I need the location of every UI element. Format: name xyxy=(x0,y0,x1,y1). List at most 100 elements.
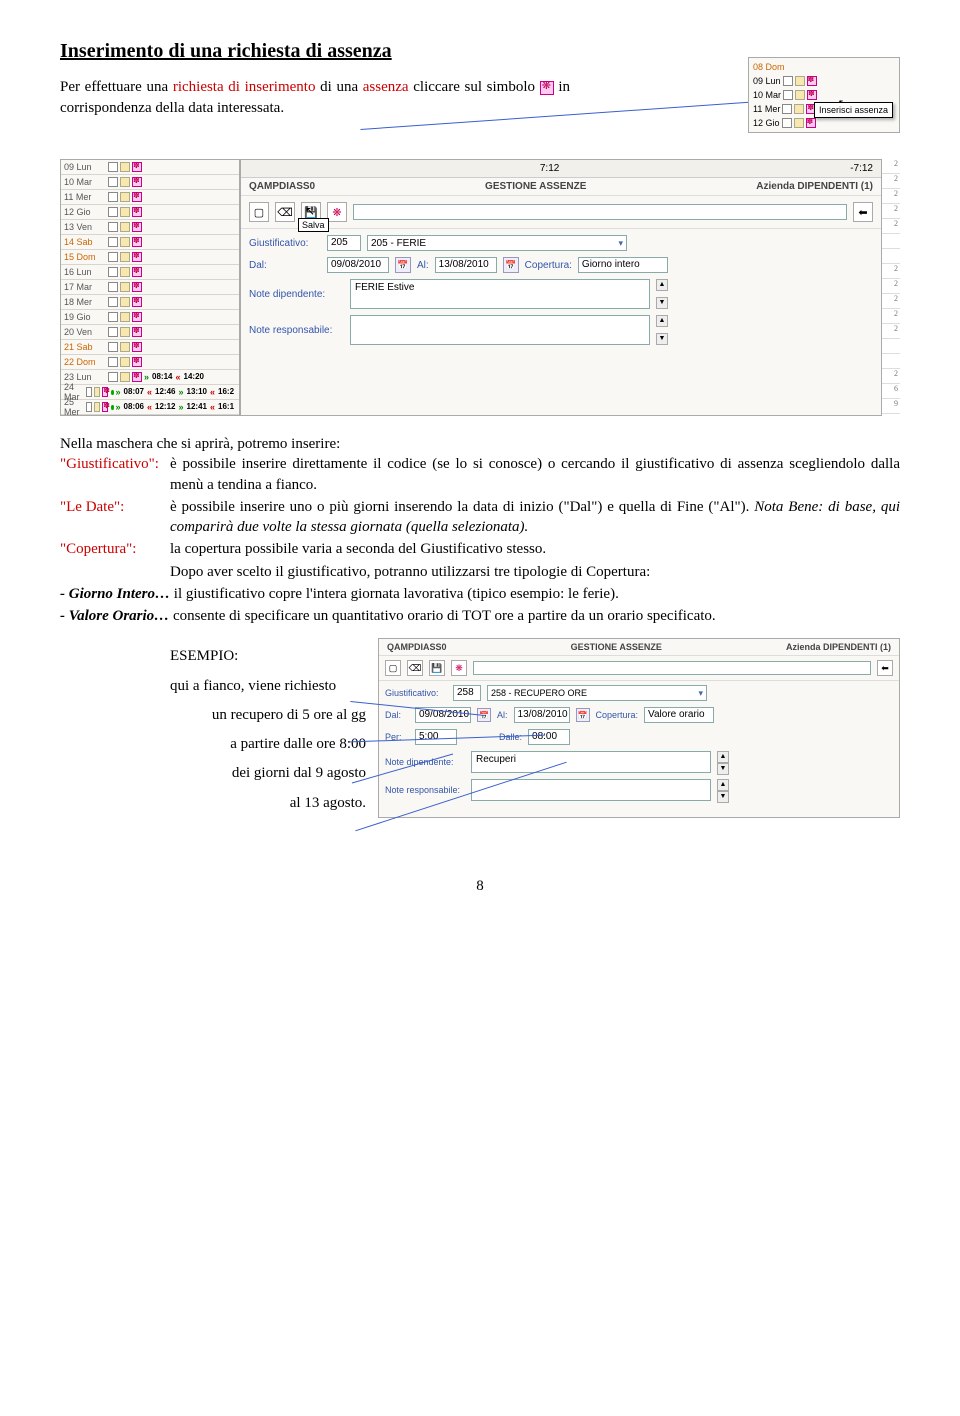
pink-icon[interactable] xyxy=(132,357,142,367)
pink-icon[interactable] xyxy=(132,327,142,337)
absence-insert-icon[interactable] xyxy=(806,118,816,128)
delete-button[interactable]: ⌫ xyxy=(275,202,295,222)
calendar-icon[interactable]: 📅 xyxy=(503,257,519,273)
color-button[interactable]: ❋ xyxy=(451,660,467,676)
calendar-icon[interactable]: 📅 xyxy=(395,257,411,273)
lines-icon[interactable] xyxy=(120,237,130,247)
scroll-up-button[interactable]: ▲ xyxy=(656,279,668,291)
pink-icon[interactable] xyxy=(102,387,108,397)
lines-icon[interactable] xyxy=(120,177,130,187)
pink-icon[interactable] xyxy=(132,237,142,247)
lines-icon[interactable] xyxy=(794,104,804,114)
pink-icon[interactable] xyxy=(132,297,142,307)
doc-icon[interactable] xyxy=(783,76,793,86)
lines-icon[interactable] xyxy=(94,402,100,412)
lines-icon[interactable] xyxy=(120,207,130,217)
lines-icon[interactable] xyxy=(120,312,130,322)
input-copertura[interactable]: Valore orario xyxy=(644,707,714,723)
absence-insert-icon[interactable] xyxy=(807,90,817,100)
doc-icon[interactable] xyxy=(108,222,118,232)
scroll-down-button[interactable]: ▼ xyxy=(717,763,729,775)
lines-icon[interactable] xyxy=(120,327,130,337)
day-row: 12 Gio xyxy=(61,205,239,220)
select-giustificativo[interactable]: 205 - FERIE▾ xyxy=(367,235,627,251)
pink-icon[interactable] xyxy=(132,342,142,352)
pink-icon[interactable] xyxy=(132,222,142,232)
pink-icon[interactable] xyxy=(132,312,142,322)
lines-icon[interactable] xyxy=(120,267,130,277)
pink-icon[interactable] xyxy=(132,372,142,382)
doc-icon[interactable] xyxy=(108,267,118,277)
save-button[interactable]: 💾 xyxy=(429,660,445,676)
lines-icon[interactable] xyxy=(120,372,130,382)
input-dalle[interactable]: 08:00 xyxy=(528,729,570,745)
doc-icon[interactable] xyxy=(108,342,118,352)
pink-icon[interactable] xyxy=(132,267,142,277)
select-giustificativo[interactable]: 258 - RECUPERO ORE▾ xyxy=(487,685,707,701)
lines-icon[interactable] xyxy=(120,297,130,307)
textarea-note-responsabile[interactable] xyxy=(350,315,650,345)
doc-icon[interactable] xyxy=(108,252,118,262)
new-button[interactable]: ▢ xyxy=(385,660,401,676)
lines-icon[interactable] xyxy=(120,162,130,172)
doc-icon[interactable] xyxy=(108,372,118,382)
doc-icon[interactable] xyxy=(108,237,118,247)
lines-icon[interactable] xyxy=(120,357,130,367)
color-button[interactable]: ❋ xyxy=(327,202,347,222)
doc-icon[interactable] xyxy=(108,282,118,292)
pink-icon[interactable] xyxy=(132,282,142,292)
scroll-up-button[interactable]: ▲ xyxy=(717,779,729,791)
lines-icon[interactable] xyxy=(794,118,804,128)
lines-icon[interactable] xyxy=(795,76,805,86)
pink-icon[interactable] xyxy=(132,252,142,262)
pink-icon[interactable] xyxy=(132,192,142,202)
scroll-up-button[interactable]: ▲ xyxy=(717,751,729,763)
scroll-down-button[interactable]: ▼ xyxy=(656,333,668,345)
toolbar-spacer-input[interactable] xyxy=(353,204,847,220)
doc-icon[interactable] xyxy=(108,357,118,367)
input-giust-code[interactable]: 258 xyxy=(453,685,481,701)
back-button[interactable]: ⬅ xyxy=(877,660,893,676)
textarea-note-responsabile[interactable] xyxy=(471,779,711,801)
back-button[interactable]: ⬅ xyxy=(853,202,873,222)
doc-icon[interactable] xyxy=(86,387,92,397)
doc-icon[interactable] xyxy=(108,192,118,202)
calendar-icon[interactable]: 📅 xyxy=(576,708,590,722)
doc-icon[interactable] xyxy=(108,177,118,187)
lines-icon[interactable] xyxy=(120,342,130,352)
pink-icon[interactable] xyxy=(132,207,142,217)
toolbar-spacer-input[interactable] xyxy=(473,661,871,675)
lines-icon[interactable] xyxy=(94,387,100,397)
lines-icon[interactable] xyxy=(120,192,130,202)
pink-icon[interactable] xyxy=(132,177,142,187)
input-al[interactable]: 13/08/2010 xyxy=(514,707,570,723)
doc-icon[interactable] xyxy=(108,207,118,217)
doc-icon[interactable] xyxy=(108,312,118,322)
lines-icon[interactable] xyxy=(120,222,130,232)
lines-icon[interactable] xyxy=(120,252,130,262)
doc-icon[interactable] xyxy=(783,90,793,100)
lines-icon[interactable] xyxy=(120,282,130,292)
scroll-down-button[interactable]: ▼ xyxy=(656,297,668,309)
delete-button[interactable]: ⌫ xyxy=(407,660,423,676)
chevron-out-icon: « xyxy=(210,387,215,397)
doc-icon[interactable] xyxy=(108,297,118,307)
doc-icon[interactable] xyxy=(86,402,92,412)
absence-insert-icon[interactable] xyxy=(807,76,817,86)
textarea-note-dipendente[interactable]: FERIE Estive xyxy=(350,279,650,309)
textarea-note-dipendente[interactable]: Recuperi xyxy=(471,751,711,773)
input-giust-code[interactable]: 205 xyxy=(327,235,361,251)
pink-icon[interactable] xyxy=(132,162,142,172)
doc-icon[interactable] xyxy=(782,104,792,114)
input-dal[interactable]: 09/08/2010 xyxy=(327,257,389,273)
scroll-up-button[interactable]: ▲ xyxy=(656,315,668,327)
doc-icon[interactable] xyxy=(108,162,118,172)
lines-icon[interactable] xyxy=(795,90,805,100)
doc-icon[interactable] xyxy=(108,327,118,337)
input-al[interactable]: 13/08/2010 xyxy=(435,257,497,273)
pink-icon[interactable] xyxy=(102,402,108,412)
doc-icon[interactable] xyxy=(782,118,792,128)
input-copertura[interactable]: Giorno intero xyxy=(578,257,668,273)
new-button[interactable]: ▢ xyxy=(249,202,269,222)
scroll-down-button[interactable]: ▼ xyxy=(717,791,729,803)
